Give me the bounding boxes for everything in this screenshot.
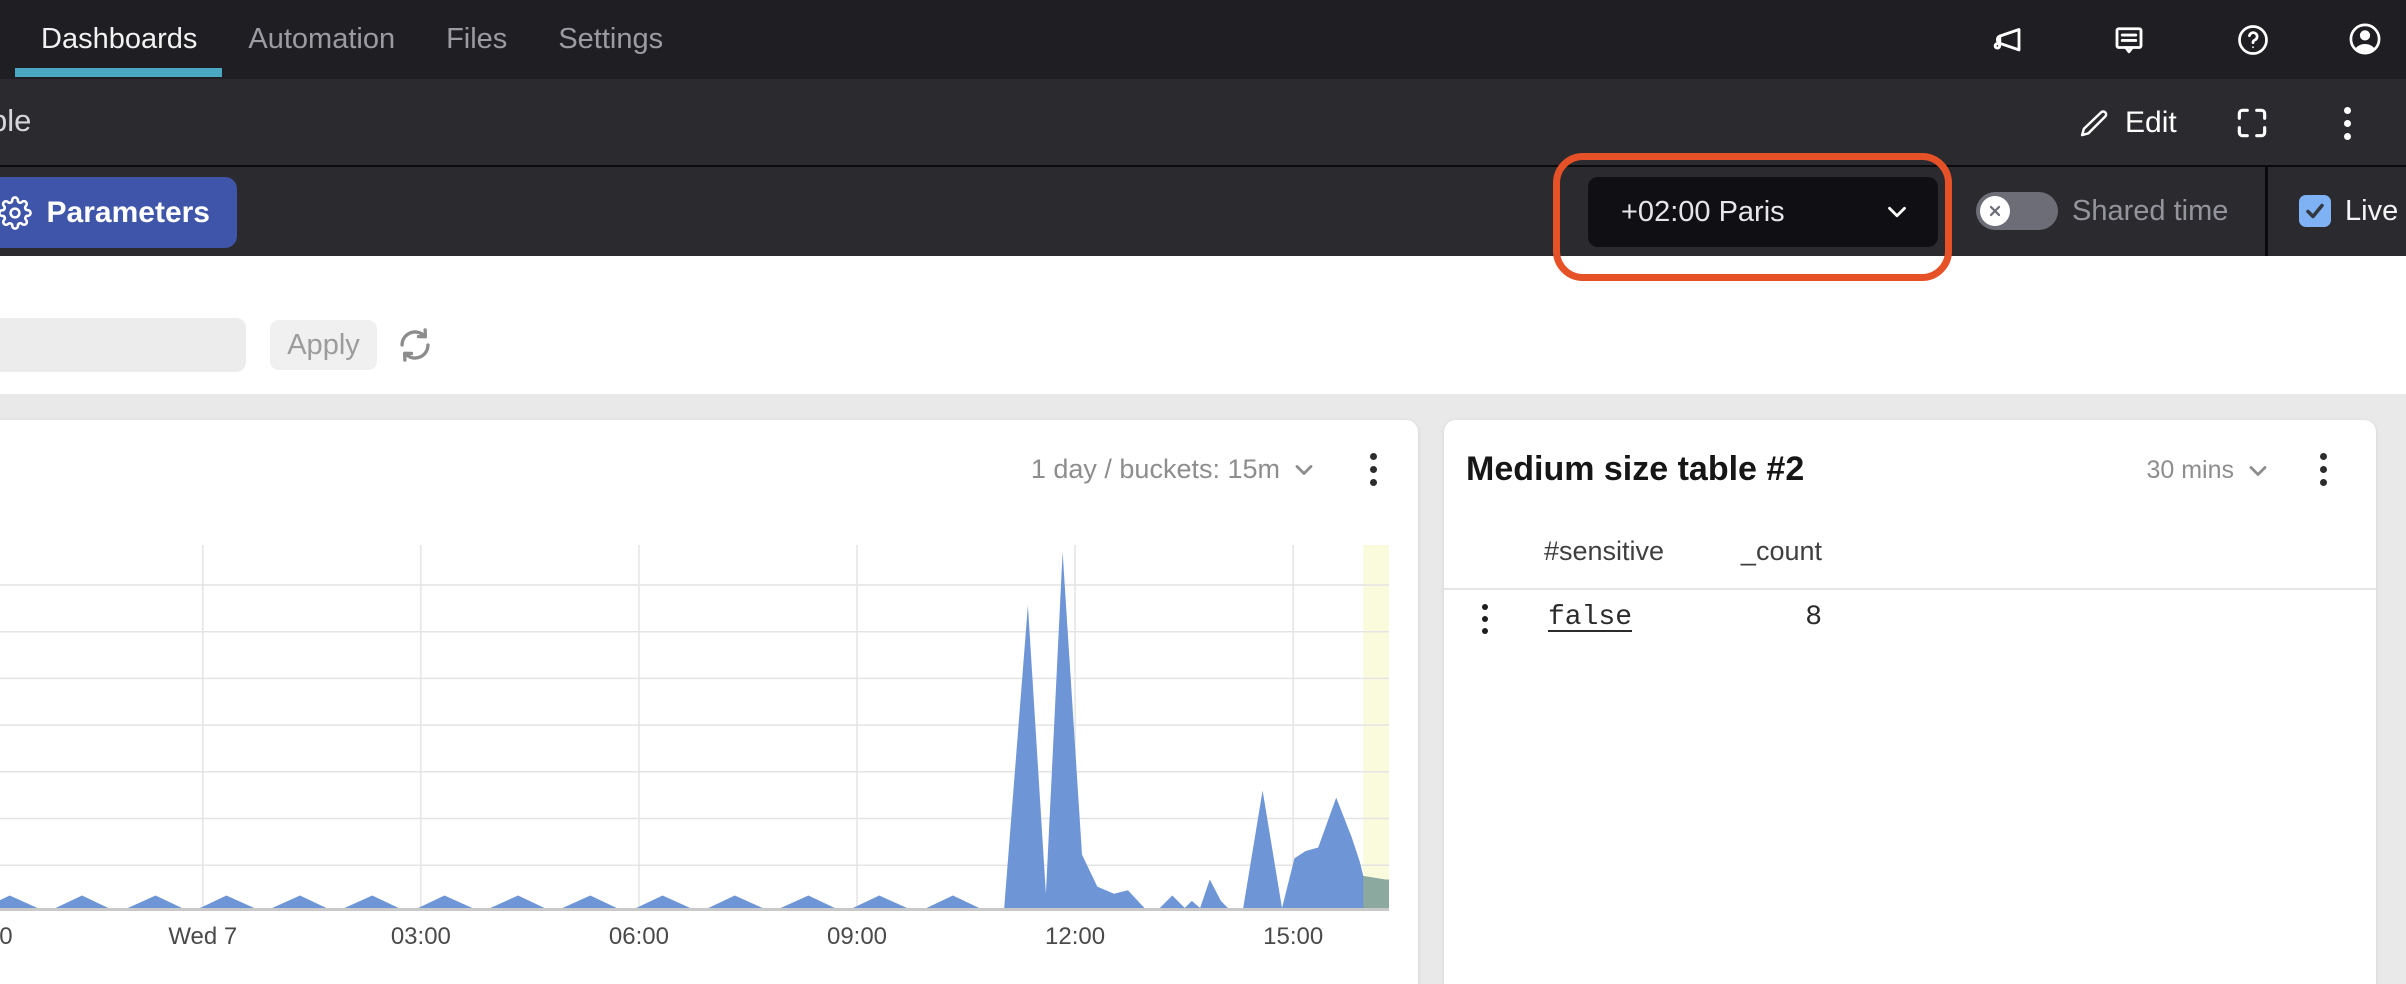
table-cell-sensitive-value[interactable]: false <box>1548 602 1632 633</box>
parameters-button[interactable]: Parameters <box>0 177 237 248</box>
table-panel-title: Medium size table #2 <box>1466 450 1804 489</box>
top-nav-bar: Dashboards Automation Files Settings <box>0 0 2406 79</box>
dashboard-more-menu-icon[interactable] <box>2328 104 2366 142</box>
shared-time-label: Shared time <box>2072 195 2228 228</box>
dashboard-title-bar: ble Edit <box>0 79 2406 167</box>
shared-time-toggle[interactable] <box>1976 192 2058 230</box>
table-range-label: 30 mins <box>2146 456 2234 485</box>
edit-button[interactable]: Edit <box>2078 97 2177 149</box>
edit-button-label: Edit <box>2125 106 2177 140</box>
parameters-button-label: Parameters <box>47 196 210 230</box>
live-bucket-fill <box>1363 876 1389 908</box>
feedback-icon[interactable] <box>2110 21 2148 59</box>
parameter-input-row: Apply <box>0 256 2406 394</box>
live-bucket-band <box>1363 545 1389 909</box>
column-header-sensitive: #sensitive <box>1544 536 1664 567</box>
x-axis-tick-label: 12:00 <box>1045 923 1105 950</box>
dashboard-title-truncated: ble <box>0 103 31 139</box>
apply-button[interactable]: Apply <box>270 320 377 370</box>
table-row-menu-icon[interactable] <box>1470 604 1500 634</box>
gear-icon <box>0 196 32 230</box>
chevron-down-icon <box>1290 456 1318 484</box>
timezone-select[interactable]: +02:00 Paris <box>1588 177 1938 247</box>
dashboard-app: Dashboards Automation Files Settings <box>0 0 2406 984</box>
chevron-down-icon <box>1882 197 1912 227</box>
fullscreen-icon[interactable] <box>2233 104 2271 142</box>
check-icon <box>2303 199 2327 223</box>
x-axis-tick-label: 0 <box>0 923 13 950</box>
timezone-value: +02:00 Paris <box>1588 196 1882 229</box>
dashboard-grid: 1 day / buckets: 15m 0 Wed 7 03:00 06:00 09:… <box>0 394 2406 984</box>
column-header-count: _count <box>1704 536 1822 567</box>
account-avatar-icon[interactable] <box>2346 20 2384 58</box>
x-axis-tick-label: 09:00 <box>827 923 887 950</box>
x-axis-tick-label: Wed 7 <box>168 923 237 950</box>
x-axis-tick-label: 03:00 <box>391 923 451 950</box>
vertical-divider <box>2265 167 2268 256</box>
pencil-icon <box>2078 107 2111 140</box>
active-tab-underline <box>15 68 222 77</box>
tab-dashboards[interactable]: Dashboards <box>41 23 197 56</box>
table-panel-menu-icon[interactable] <box>2306 452 2340 486</box>
help-icon[interactable] <box>2234 21 2272 59</box>
chart-range-label: 1 day / buckets: 15m <box>1031 454 1280 485</box>
tab-files[interactable]: Files <box>446 23 507 56</box>
announcements-icon[interactable] <box>1988 21 2026 59</box>
parameter-input[interactable] <box>0 318 246 372</box>
refresh-icon[interactable] <box>394 324 436 366</box>
live-checkbox[interactable] <box>2299 195 2331 227</box>
tab-automation[interactable]: Automation <box>248 23 395 56</box>
table-panel: Medium size table #2 30 mins #sensitive … <box>1444 420 2376 984</box>
parameters-bar: Parameters +02:00 Paris Shared time Live <box>0 167 2406 256</box>
tab-settings[interactable]: Settings <box>558 23 663 56</box>
chart-panel-menu-icon[interactable] <box>1356 452 1390 486</box>
chart-range-dropdown[interactable]: 1 day / buckets: 15m <box>900 454 1318 485</box>
table-cell-count-value: 8 <box>1704 602 1822 633</box>
chevron-down-icon <box>2244 457 2272 485</box>
time-series-area-chart[interactable]: 0 Wed 7 03:00 06:00 09:00 12:00 15:00 <box>0 540 1389 952</box>
live-label: Live <box>2345 195 2398 228</box>
chart-panel: 1 day / buckets: 15m 0 Wed 7 03:00 06:00 09:… <box>0 420 1418 984</box>
area-series <box>0 552 1389 908</box>
x-axis-tick-label: 15:00 <box>1263 923 1323 950</box>
toggle-knob-off-icon <box>1980 196 2010 226</box>
table-range-dropdown[interactable]: 30 mins <box>2104 456 2272 485</box>
table-header-divider <box>1444 588 2376 590</box>
x-axis-tick-label: 06:00 <box>609 923 669 950</box>
